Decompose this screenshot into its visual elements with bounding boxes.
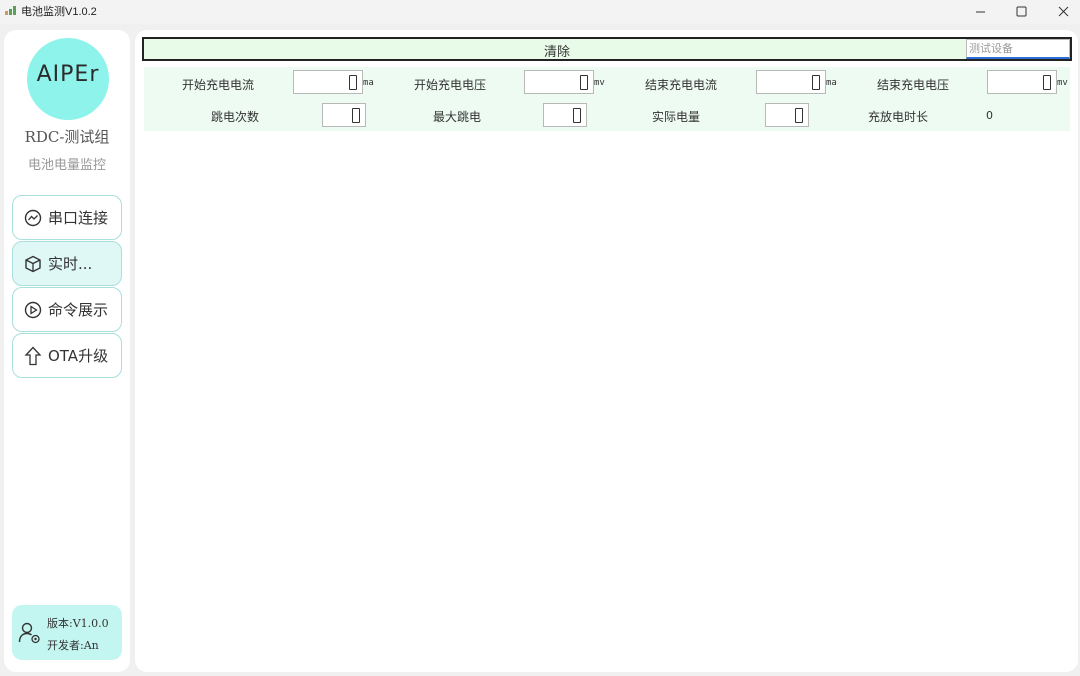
upload-arrow-icon <box>23 346 43 366</box>
lcd-digit <box>1043 75 1051 90</box>
minimize-button[interactable] <box>957 0 1003 22</box>
lcd-digit <box>573 108 581 123</box>
lcd-end-charge-voltage <box>987 70 1057 94</box>
sidebar: AIPEr RDC-测试组 电池电量监控 串口连接 实时... 命令展示 OTA… <box>4 30 130 672</box>
unit-label: ma <box>826 78 837 88</box>
lcd-digit <box>349 75 357 90</box>
aiper-logo: AIPEr <box>27 38 109 120</box>
title-bar: 电池监测V1.0.2 <box>0 0 1080 24</box>
group-name: RDC-测试组 <box>24 128 110 146</box>
param-label: 开始充电电压 <box>414 78 487 92</box>
maximize-icon <box>1016 6 1026 16</box>
window-title: 电池监测V1.0.2 <box>21 6 97 18</box>
nav-realtime[interactable]: 实时... <box>12 241 122 286</box>
maximize-button[interactable] <box>998 0 1044 22</box>
nav-label: 串口连接 <box>48 209 109 227</box>
minimize-icon <box>975 11 985 12</box>
lcd-actual-capacity <box>765 103 809 127</box>
clear-label: 清除 <box>543 45 570 60</box>
param-label: 充放电时长 <box>868 110 929 124</box>
clear-button[interactable]: 清除 测试设备 <box>142 37 1072 61</box>
lcd-max-trip <box>543 103 587 127</box>
lcd-trip-count <box>322 103 366 127</box>
param-label: 最大跳电 <box>433 110 482 124</box>
lcd-digit <box>812 75 820 90</box>
group-subtitle: 电池电量监控 <box>27 158 106 173</box>
params-panel: 开始充电电流 ma 开始充电电压 mv 结束充电电流 ma 结束充电电压 mv … <box>144 67 1070 131</box>
param-label: 实际电量 <box>652 110 701 124</box>
app-icon <box>5 6 16 15</box>
param-label: 结束充电电流 <box>645 78 718 92</box>
version-text: 版本:V1.0.0 <box>47 617 109 630</box>
nav-ota-upgrade[interactable]: OTA升级 <box>12 333 122 378</box>
charge-duration-value: 0 <box>986 109 993 122</box>
lcd-digit <box>580 75 588 90</box>
logo-text: AIPEr <box>36 62 100 87</box>
lcd-start-charge-current <box>293 70 363 94</box>
user-settings-icon <box>18 621 42 645</box>
nav-label: 命令展示 <box>48 301 109 319</box>
developer-text: 开发者:An <box>47 639 99 652</box>
lcd-end-charge-current <box>756 70 826 94</box>
main-panel: 清除 测试设备 开始充电电流 ma 开始充电电压 mv 结束充电电流 ma 结束… <box>135 30 1078 672</box>
cube-icon <box>23 254 43 274</box>
lcd-digit <box>795 108 803 123</box>
chart-circle-icon <box>23 208 43 228</box>
nav-command-display[interactable]: 命令展示 <box>12 287 122 332</box>
unit-label: mv <box>594 78 605 88</box>
test-device-input[interactable]: 测试设备 <box>966 39 1070 59</box>
nav-label: 实时... <box>48 255 93 273</box>
lcd-start-charge-voltage <box>524 70 594 94</box>
param-label: 跳电次数 <box>211 110 260 124</box>
unit-label: mv <box>1057 78 1068 88</box>
lcd-digit <box>352 108 360 123</box>
play-circle-icon <box>23 300 43 320</box>
nav-serial-connect[interactable]: 串口连接 <box>12 195 122 240</box>
param-label: 开始充电电流 <box>182 78 255 92</box>
close-icon <box>1058 6 1068 16</box>
nav-label: OTA升级 <box>48 347 109 365</box>
close-button[interactable] <box>1040 0 1080 22</box>
version-card: 版本:V1.0.0 开发者:An <box>12 605 122 660</box>
unit-label: ma <box>363 78 374 88</box>
param-label: 结束充电电压 <box>877 78 950 92</box>
